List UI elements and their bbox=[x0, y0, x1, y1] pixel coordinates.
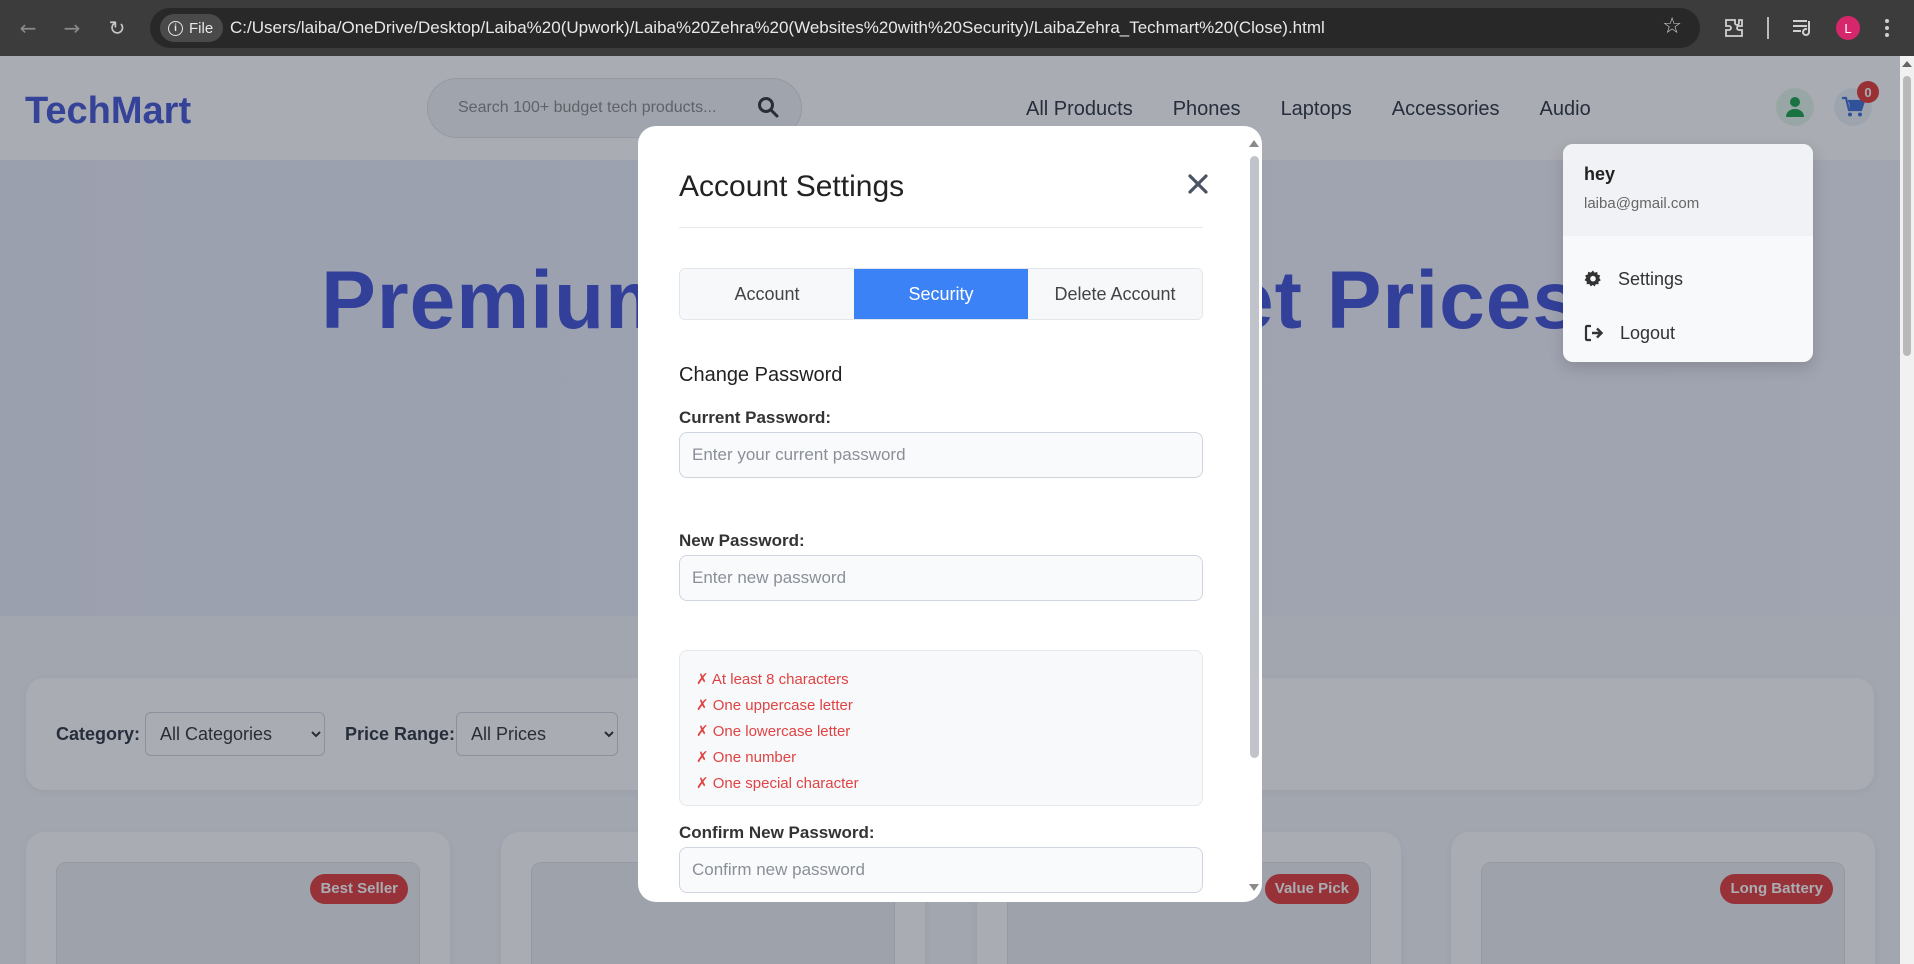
requirement-uppercase: ✗ One uppercase letter bbox=[696, 697, 853, 714]
settings-tabs: Account Security Delete Account bbox=[679, 268, 1203, 320]
page-scrollbar[interactable] bbox=[1900, 56, 1914, 964]
tab-security[interactable]: Security bbox=[854, 269, 1028, 319]
tab-account[interactable]: Account bbox=[680, 269, 854, 319]
requirement-lowercase: ✗ One lowercase letter bbox=[696, 723, 851, 740]
requirement-number: ✗ One number bbox=[696, 749, 797, 766]
modal-divider bbox=[679, 227, 1203, 228]
tab-delete-account[interactable]: Delete Account bbox=[1028, 269, 1202, 319]
page-scroll-up-icon[interactable] bbox=[1902, 61, 1912, 67]
reload-icon[interactable]: ↻ bbox=[99, 10, 135, 46]
current-password-input[interactable] bbox=[679, 432, 1203, 478]
page: TechMart All Products Phones Laptops Acc… bbox=[0, 56, 1900, 964]
address-bar[interactable]: i File C:/Users/laiba/OneDrive/Desktop/L… bbox=[150, 8, 1700, 48]
site-chip-label: File bbox=[189, 19, 214, 37]
requirement-length: ✗ At least 8 characters bbox=[696, 671, 849, 688]
page-scroll-thumb[interactable] bbox=[1903, 76, 1911, 356]
close-icon bbox=[1188, 174, 1208, 194]
scroll-down-icon[interactable] bbox=[1249, 884, 1259, 891]
modal-scrollbar[interactable] bbox=[1246, 136, 1262, 896]
current-password-label: Current Password: bbox=[679, 408, 832, 427]
extensions-icon[interactable] bbox=[1722, 16, 1746, 45]
requirement-special: ✗ One special character bbox=[696, 775, 859, 792]
new-password-input[interactable] bbox=[679, 555, 1203, 601]
user-name: hey bbox=[1584, 164, 1616, 184]
user-dropdown-menu: hey laiba@gmail.com Settings Logout bbox=[1563, 144, 1813, 362]
media-controls-icon[interactable] bbox=[1791, 17, 1815, 44]
browser-toolbar: ← → ↻ i File C:/Users/laiba/OneDrive/Des… bbox=[0, 0, 1914, 56]
new-password-label: New Password: bbox=[679, 531, 805, 550]
bookmark-star-icon[interactable]: ☆ bbox=[1662, 14, 1682, 39]
confirm-password-label: Confirm New Password: bbox=[679, 823, 875, 842]
user-info: hey laiba@gmail.com bbox=[1563, 144, 1813, 236]
menu-item-label: Settings bbox=[1618, 268, 1684, 289]
confirm-password-input[interactable] bbox=[679, 847, 1203, 893]
site-info-chip[interactable]: i File bbox=[160, 14, 224, 42]
account-settings-modal: Account Settings Account Security Delete… bbox=[638, 126, 1262, 902]
menu-item-logout[interactable]: Logout bbox=[1584, 320, 1675, 346]
password-requirements: ✗ At least 8 characters ✗ One uppercase … bbox=[679, 650, 1203, 806]
modal-title: Account Settings bbox=[679, 170, 905, 203]
menu-item-label: Logout bbox=[1620, 322, 1676, 343]
section-title: Change Password bbox=[679, 364, 843, 386]
logout-icon bbox=[1584, 324, 1604, 342]
menu-item-settings[interactable]: Settings bbox=[1584, 266, 1683, 292]
info-icon: i bbox=[168, 20, 183, 36]
browser-menu-icon[interactable] bbox=[1884, 17, 1890, 44]
gear-icon bbox=[1584, 270, 1601, 287]
back-icon[interactable]: ← bbox=[10, 10, 46, 46]
user-email: laiba@gmail.com bbox=[1584, 195, 1700, 212]
forward-icon[interactable]: → bbox=[54, 10, 90, 46]
url-text[interactable]: C:/Users/laiba/OneDrive/Desktop/Laiba%20… bbox=[230, 8, 1325, 48]
modal-scroll-thumb[interactable] bbox=[1250, 156, 1259, 758]
close-button[interactable] bbox=[1178, 164, 1218, 204]
profile-avatar[interactable]: L bbox=[1836, 16, 1860, 40]
scroll-up-icon[interactable] bbox=[1249, 140, 1259, 147]
toolbar-separator bbox=[1767, 17, 1769, 39]
